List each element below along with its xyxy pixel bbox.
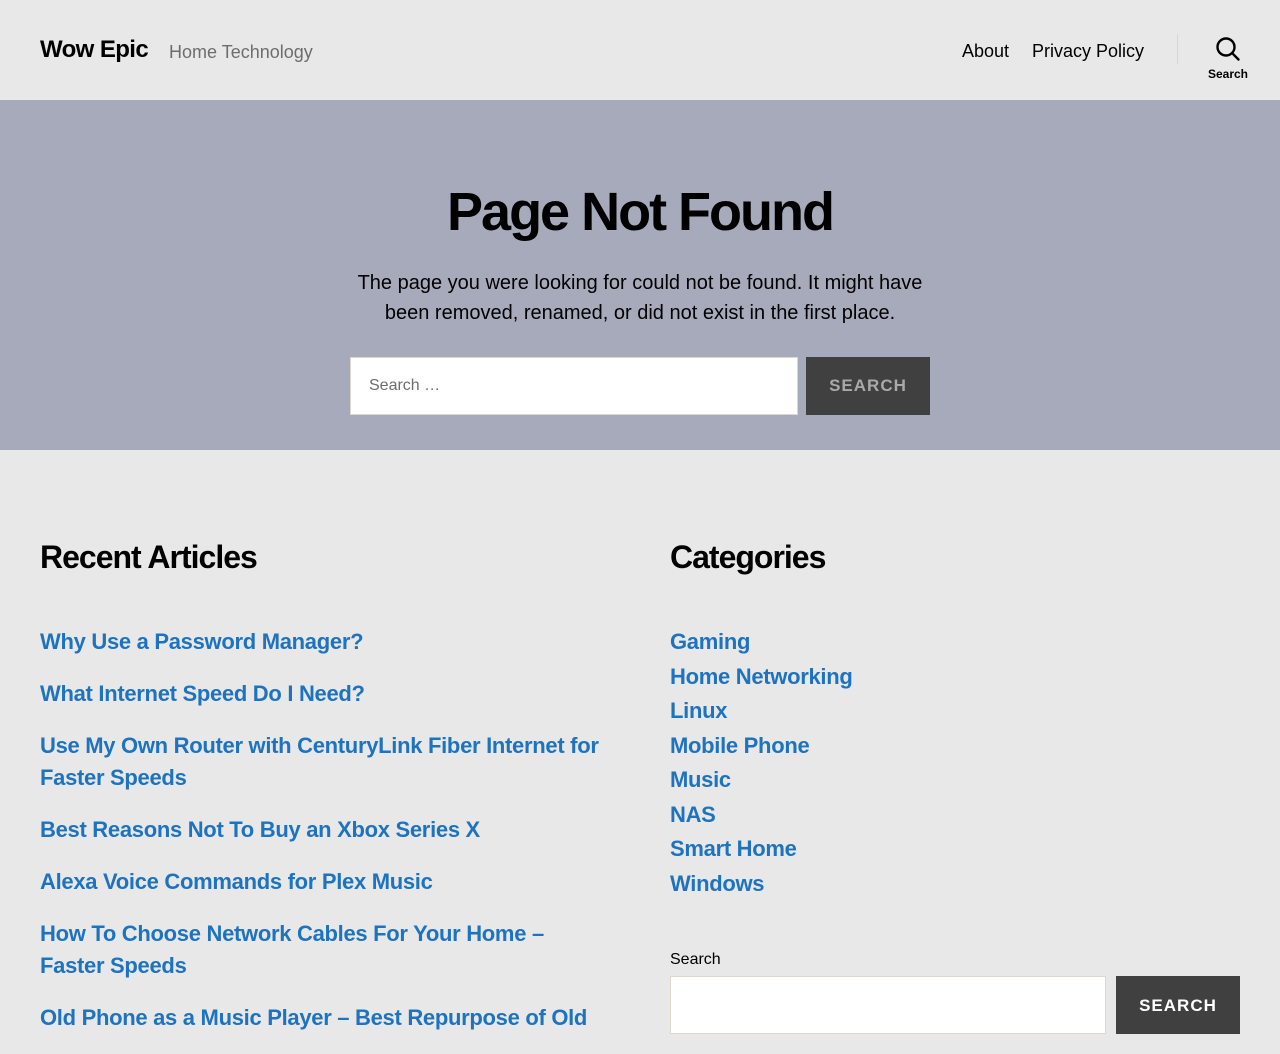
not-found-hero: Page Not Found The page you were looking… [0,100,1280,450]
list-item: Home Networking [670,661,1230,696]
list-item: Old Phone as a Music Player – Best Repur… [40,1002,600,1034]
nav-privacy-policy-link[interactable]: Privacy Policy [1032,39,1144,63]
hero-search-button-label: Search [829,376,907,395]
site-title-link[interactable]: Wow Epic [40,35,149,65]
recent-article-link[interactable]: How To Choose Network Cables For Your Ho… [40,921,544,978]
hero-search-input[interactable] [350,357,798,415]
nav-about-link[interactable]: About [962,39,1009,63]
list-item: Music [670,764,1230,799]
category-link-linux[interactable]: Linux [670,698,727,723]
list-item: Mobile Phone [670,730,1230,765]
list-item: Why Use a Password Manager? [40,626,600,658]
page-title: Page Not Found [447,182,835,242]
category-link-nas[interactable]: NAS [670,802,716,827]
category-link-home-networking[interactable]: Home Networking [670,664,853,689]
recent-article-link[interactable]: Best Reasons Not To Buy an Xbox Series X [40,817,480,842]
category-link-smart-home[interactable]: Smart Home [670,836,797,861]
widget-search-button-label: Search [1139,995,1217,1015]
list-item: What Internet Speed Do I Need? [40,678,600,710]
search-toggle-label: Search [1207,67,1249,81]
category-link-windows[interactable]: Windows [670,871,765,896]
category-link-mobile-phone[interactable]: Mobile Phone [670,733,810,758]
list-item: NAS [670,799,1230,834]
list-item: Windows [670,868,1230,903]
list-item: Best Reasons Not To Buy an Xbox Series X [40,814,600,846]
category-link-music[interactable]: Music [670,767,731,792]
search-toggle-button[interactable]: Search [1200,36,1256,88]
widget-search-button[interactable]: Search [1116,976,1240,1034]
not-found-message: The page you were looking for could not … [357,272,923,324]
recent-article-link[interactable]: Use My Own Router with CenturyLink Fiber… [40,733,599,790]
list-item: Linux [670,695,1230,730]
recent-article-link[interactable]: What Internet Speed Do I Need? [40,681,365,706]
recent-article-link[interactable]: Why Use a Password Manager? [40,629,364,654]
recent-article-link[interactable]: Alexa Voice Commands for Plex Music [40,869,433,894]
header-divider [1177,34,1178,64]
search-icon [1216,37,1240,61]
categories-heading: Categories [670,539,826,575]
list-item: Alexa Voice Commands for Plex Music [40,866,600,898]
list-item: Gaming [670,626,1230,661]
categories-list: Gaming Home Networking Linux Mobile Phon… [670,626,1230,902]
widget-search-label: Search [670,951,721,968]
site-header: Wow Epic Home Technology About Privacy P… [0,0,1280,100]
category-link-gaming[interactable]: Gaming [670,629,750,654]
recent-articles-list: Why Use a Password Manager? What Interne… [40,626,600,1054]
hero-search-button[interactable]: Search [806,357,930,415]
recent-articles-heading: Recent Articles [40,539,258,575]
list-item: Use My Own Router with CenturyLink Fiber… [40,730,600,794]
list-item: Smart Home [670,833,1230,868]
recent-article-link[interactable]: Old Phone as a Music Player – Best Repur… [40,1005,587,1030]
list-item: How To Choose Network Cables For Your Ho… [40,918,600,982]
site-description: Home Technology [169,42,313,62]
widget-search-input[interactable] [670,976,1106,1034]
